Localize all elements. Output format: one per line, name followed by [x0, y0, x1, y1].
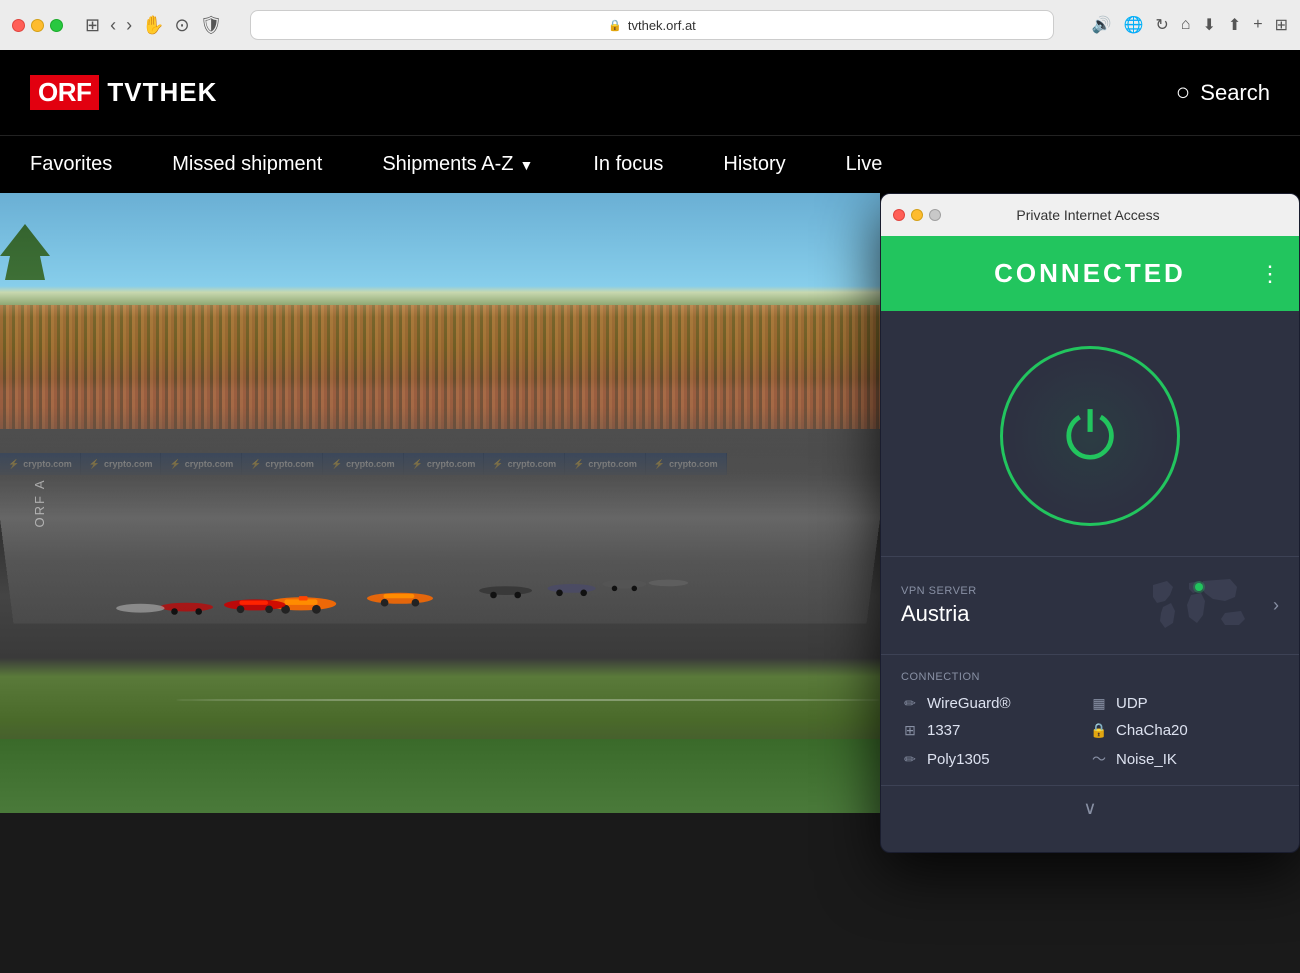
pia-world-map: [1145, 573, 1255, 638]
browser-nav: ⊞ ‹ › ✋ ⊙ 🛡: [85, 15, 222, 36]
tree: [0, 224, 50, 304]
chevron-down-icon: ∨: [1083, 798, 1096, 819]
orf-watermark: ORF A: [32, 478, 47, 527]
pia-protocol-label: WireGuard®: [927, 695, 1011, 712]
pia-power-area: ⏻: [881, 311, 1299, 556]
shield-icon: 🛡: [200, 15, 223, 36]
home-icon[interactable]: ⌂: [1181, 16, 1191, 34]
orf-header: ORF TVTHEK ○ Search: [0, 50, 1300, 135]
tvthek-label: TVTHEK: [107, 77, 217, 108]
search-button[interactable]: ○ Search: [1176, 79, 1270, 107]
close-button[interactable]: [12, 19, 25, 32]
tabs-icon[interactable]: ⊞: [1275, 15, 1288, 35]
nav-item-missed-shipment[interactable]: Missed shipment: [142, 136, 352, 194]
audio-icon[interactable]: 🔊: [1092, 15, 1112, 35]
pia-connection-section: CONNECTION ✏ WireGuard® ▦ UDP ⊞: [881, 654, 1299, 785]
pia-transport-label: UDP: [1116, 695, 1148, 712]
orf-nav: Favorites Missed shipment Shipments A-Z …: [0, 135, 1300, 193]
orf-content: ⚡ crypto.com ⚡ crypto.com ⚡ crypto.com ⚡…: [0, 193, 1300, 813]
pia-connected-label: CONNECTED: [994, 258, 1186, 289]
pia-transport-item: ▦ UDP: [1090, 695, 1279, 712]
f1-cars-svg: [70, 491, 730, 677]
pia-handshake-item: ✏ Poly1305: [901, 749, 1090, 769]
pia-handshake-label: Poly1305: [927, 751, 990, 768]
minimize-button[interactable]: [31, 19, 44, 32]
orf-box-label: ORF: [30, 75, 99, 110]
pia-noise-label: Noise_IK: [1116, 751, 1177, 768]
traffic-lights: [12, 19, 63, 32]
orf-website: ORF TVTHEK ○ Search Favorites Missed shi…: [0, 50, 1300, 813]
share-icon[interactable]: ⬆: [1228, 15, 1241, 35]
video-player[interactable]: ⚡ crypto.com ⚡ crypto.com ⚡ crypto.com ⚡…: [0, 193, 880, 813]
pia-titlebar: Private Internet Access: [881, 194, 1299, 236]
new-tab-icon[interactable]: +: [1253, 16, 1262, 34]
search-label: Search: [1200, 80, 1270, 106]
pia-scroll-down[interactable]: ∨: [881, 785, 1299, 830]
nav-item-shipments-az[interactable]: Shipments A-Z ▼: [352, 136, 563, 194]
racing-line: [176, 699, 880, 701]
pia-menu-button[interactable]: ⋮: [1259, 261, 1281, 287]
noise-icon: 〜: [1090, 749, 1108, 769]
url-bar[interactable]: 🔒 tvthek.orf.at: [250, 10, 1053, 40]
pia-vpn-server-value: Austria: [901, 601, 1145, 627]
pia-power-button[interactable]: ⏻: [1000, 346, 1180, 526]
orf-logo[interactable]: ORF TVTHEK: [30, 75, 217, 110]
world-map-svg: [1145, 573, 1255, 638]
pia-vpn-server-section[interactable]: VPN SERVER Austria: [881, 556, 1299, 654]
pia-port-item: ⊞ 1337: [901, 722, 1090, 739]
translate-icon[interactable]: 🌐: [1123, 15, 1143, 35]
pia-protocol-item: ✏ WireGuard®: [901, 695, 1090, 712]
dropdown-arrow-icon: ▼: [519, 157, 533, 173]
video-frame: ⚡ crypto.com ⚡ crypto.com ⚡ crypto.com ⚡…: [0, 193, 880, 813]
protocol-icon: ✏: [901, 695, 919, 712]
titlebar: ⊞ ‹ › ✋ ⊙ 🛡 🔒 tvthek.orf.at 🔊 🌐 ↻ ⌂ ⬇ ⬆ …: [0, 0, 1300, 50]
nav-item-in-focus[interactable]: In focus: [563, 136, 693, 194]
maximize-button[interactable]: [50, 19, 63, 32]
nav-item-history[interactable]: History: [693, 136, 815, 194]
reader-icon[interactable]: ⊙: [175, 15, 190, 36]
pia-connection-label: CONNECTION: [901, 671, 1279, 683]
refresh-icon[interactable]: ↻: [1155, 15, 1168, 35]
pia-connection-grid: ✏ WireGuard® ▦ UDP ⊞ 1337 🔒: [901, 695, 1279, 769]
pia-title: Private Internet Access: [889, 207, 1287, 223]
pia-cipher-label: ChaCha20: [1116, 722, 1188, 739]
download-icon[interactable]: ⬇: [1202, 15, 1215, 35]
sidebar-toggle-icon[interactable]: ⊞: [85, 15, 100, 36]
pia-cipher-item: 🔒 ChaCha20: [1090, 722, 1279, 739]
port-icon: ⊞: [901, 722, 919, 739]
nav-item-favorites[interactable]: Favorites: [30, 136, 142, 194]
pia-popup: Private Internet Access CONNECTED ⋮ ⏻ VP…: [880, 193, 1300, 853]
pia-noise-item: 〜 Noise_IK: [1090, 749, 1279, 769]
search-icon: ○: [1176, 79, 1191, 107]
pia-server-info: VPN SERVER Austria: [901, 585, 1145, 627]
url-text: tvthek.orf.at: [628, 18, 696, 33]
pia-port-label: 1337: [927, 722, 960, 739]
titlebar-right-controls: 🔊 🌐 ↻ ⌂ ⬇ ⬆ + ⊞: [1092, 15, 1288, 35]
power-icon: ⏻: [1065, 404, 1116, 468]
pia-connected-bar[interactable]: CONNECTED ⋮: [881, 236, 1299, 311]
forward-icon[interactable]: ›: [126, 15, 132, 36]
cipher-icon: 🔒: [1090, 722, 1108, 739]
handoff-icon: ✋: [142, 15, 164, 36]
nav-item-live[interactable]: Live: [816, 136, 913, 194]
back-icon[interactable]: ‹: [110, 15, 116, 36]
lock-icon: 🔒: [608, 19, 622, 32]
pia-vpn-server-label: VPN SERVER: [901, 585, 1145, 597]
pia-server-chevron-icon: ›: [1273, 595, 1279, 616]
handshake-icon: ✏: [901, 751, 919, 768]
grass-near: [0, 739, 880, 813]
transport-icon: ▦: [1090, 695, 1108, 712]
